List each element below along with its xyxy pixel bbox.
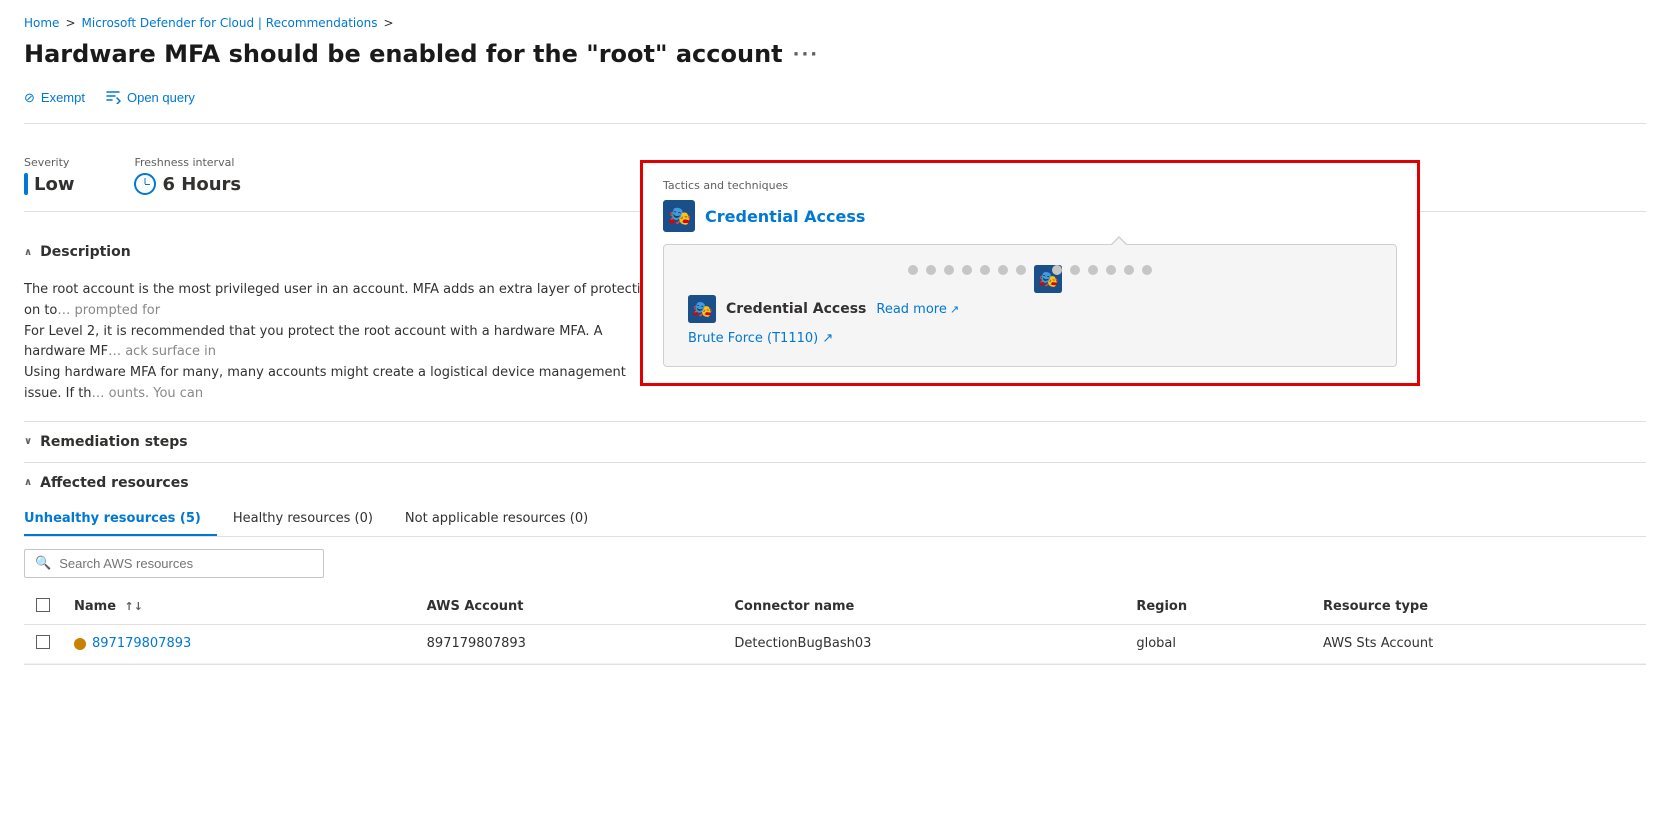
affected-chevron: ∧ [24, 477, 32, 488]
tab-unhealthy[interactable]: Unhealthy resources (5) [24, 503, 217, 536]
table-header-region: Region [1124, 590, 1311, 625]
severity-label: Severity [24, 156, 74, 169]
tactics-credential-access-label[interactable]: Credential Access [705, 207, 865, 226]
dot-2 [926, 265, 936, 275]
breadcrumb: Home > Microsoft Defender for Cloud | Re… [24, 16, 1646, 30]
remediation-chevron: ∨ [24, 436, 32, 447]
technique-external-icon: ↗ [822, 331, 833, 346]
tactics-section-label: Tactics and techniques [663, 179, 1397, 192]
freshness-value: 6 Hours [134, 173, 241, 195]
table-header-aws-account: AWS Account [415, 590, 723, 625]
breadcrumb-recommendations[interactable]: Microsoft Defender for Cloud | Recommend… [82, 16, 378, 30]
search-icon: 🔍 [35, 556, 51, 571]
name-sort-icon: ↑↓ [125, 600, 143, 613]
tactics-panel: Tactics and techniques 🎭 Credential Acce… [640, 160, 1420, 386]
dot-12 [1124, 265, 1134, 275]
table-header-connector: Connector name [722, 590, 1124, 625]
ellipsis-menu-button[interactable]: ··· [793, 44, 820, 65]
row-checkbox-cell [24, 624, 62, 663]
severity-indicator [24, 173, 28, 195]
description-chevron: ∧ [24, 247, 32, 258]
dot-4 [962, 265, 972, 275]
dot-7 [1016, 265, 1026, 275]
affected-resources-header[interactable]: ∧ Affected resources [24, 463, 1646, 503]
description-text: The root account is the most privileged … [24, 282, 657, 401]
dot-active: 🎭 [1034, 265, 1044, 275]
row-checkbox[interactable] [36, 635, 50, 649]
table-header-name[interactable]: Name ↑↓ [62, 590, 415, 625]
breadcrumb-sep2: > [383, 16, 393, 30]
select-all-checkbox[interactable] [36, 598, 50, 612]
affected-resources-section: ∧ Affected resources Unhealthy resources… [24, 463, 1646, 665]
search-input[interactable] [59, 556, 313, 571]
dot-chain: 🎭 [688, 265, 1372, 275]
exempt-label: Exempt [41, 90, 85, 105]
page-title-row: Hardware MFA should be enabled for the "… [24, 40, 1646, 68]
freshness-label: Freshness interval [134, 156, 241, 169]
dot-8 [1052, 265, 1062, 275]
search-box[interactable]: 🔍 [24, 549, 324, 578]
technique-row: Brute Force (T1110) ↗ [688, 331, 1372, 346]
technique-link[interactable]: Brute Force (T1110) ↗ [688, 331, 833, 346]
read-more-link[interactable]: Read more ↗ [876, 302, 959, 317]
row-aws-account-cell: 897179807893 [415, 624, 723, 663]
dot-6 [998, 265, 1008, 275]
open-query-button[interactable]: Open query [105, 84, 195, 111]
svg-text:🎭: 🎭 [669, 206, 691, 227]
dot-13 [1142, 265, 1152, 275]
dot-1 [908, 265, 918, 275]
svg-text:🎭: 🎭 [693, 299, 713, 318]
external-link-icon: ↗ [950, 303, 959, 316]
freshness-item: Freshness interval 6 Hours [134, 156, 241, 195]
description-content: The root account is the most privileged … [24, 272, 664, 421]
severity-item: Severity Low [24, 156, 74, 195]
table-body: 897179807893 897179807893 DetectionBugBa… [24, 624, 1646, 663]
resource-tabs-row: Unhealthy resources (5) Healthy resource… [24, 503, 1646, 537]
resource-status-dot [74, 638, 86, 650]
tab-healthy[interactable]: Healthy resources (0) [233, 503, 389, 536]
row-region-cell: global [1124, 624, 1311, 663]
dot-11 [1106, 265, 1116, 275]
page-title-text: Hardware MFA should be enabled for the "… [24, 40, 783, 68]
action-bar: ⊘ Exempt Open query [24, 84, 1646, 124]
resources-table: Name ↑↓ AWS Account Connector name Regio… [24, 590, 1646, 664]
tab-not-applicable[interactable]: Not applicable resources (0) [405, 503, 604, 536]
table-header-checkbox-cell [24, 590, 62, 625]
tooltip-content: 🎭 Credential Access Read more ↗ Brute Fo… [688, 295, 1372, 346]
table-row: 897179807893 897179807893 DetectionBugBa… [24, 624, 1646, 663]
remediation-header-label: Remediation steps [40, 434, 187, 450]
tooltip-mask-icon: 🎭 [688, 295, 716, 323]
credential-access-icon: 🎭 [663, 200, 695, 232]
tooltip-tactic-name: Credential Access [726, 301, 866, 317]
clock-icon [134, 173, 156, 195]
description-header-label: Description [40, 244, 131, 260]
breadcrumb-sep1: > [65, 16, 75, 30]
remediation-section: ∨ Remediation steps [24, 422, 1646, 463]
breadcrumb-home[interactable]: Home [24, 16, 59, 30]
tactics-title-row: 🎭 Credential Access [663, 200, 1397, 232]
exempt-icon: ⊘ [24, 90, 35, 106]
tooltip-tactic-row: 🎭 Credential Access Read more ↗ [688, 295, 1372, 323]
exempt-button[interactable]: ⊘ Exempt [24, 86, 85, 110]
dot-3 [944, 265, 954, 275]
table-header-resource-type: Resource type [1311, 590, 1646, 625]
table-header: Name ↑↓ AWS Account Connector name Regio… [24, 590, 1646, 625]
affected-header-label: Affected resources [40, 475, 188, 491]
resource-name-link[interactable]: 897179807893 [74, 636, 403, 651]
dot-5 [980, 265, 990, 275]
open-query-label: Open query [127, 90, 195, 105]
tactics-tooltip-card: 🎭 🎭 [663, 244, 1397, 367]
row-resource-type-cell: AWS Sts Account [1311, 624, 1646, 663]
row-name-cell: 897179807893 [62, 624, 415, 663]
open-query-icon [105, 88, 121, 107]
dot-10 [1088, 265, 1098, 275]
dot-9 [1070, 265, 1080, 275]
remediation-header[interactable]: ∨ Remediation steps [24, 422, 1646, 462]
row-connector-cell: DetectionBugBash03 [722, 624, 1124, 663]
severity-value: Low [24, 173, 74, 195]
